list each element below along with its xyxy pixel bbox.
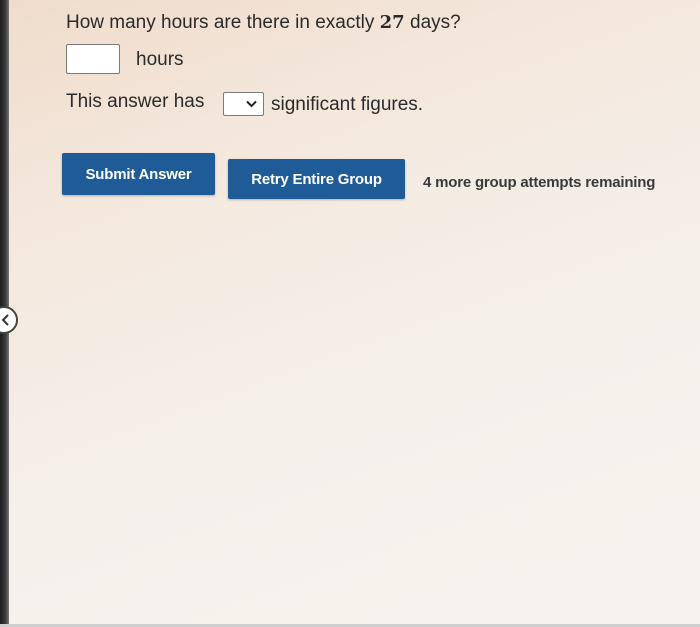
- hours-answer-input[interactable]: [66, 44, 120, 74]
- chevron-left-icon: [1, 314, 9, 326]
- question-text: How many hours are there in exactly 27 d…: [66, 12, 461, 34]
- question-prefix: How many hours are there in exactly: [66, 12, 375, 33]
- question-suffix: days?: [410, 12, 461, 33]
- sigfig-prefix-label: This answer has: [66, 91, 205, 112]
- unit-label: hours: [136, 49, 184, 70]
- attempts-remaining-text: 4 more group attempts remaining: [423, 174, 656, 191]
- question-number: 27: [379, 12, 405, 33]
- retry-group-button[interactable]: Retry Entire Group: [228, 159, 405, 199]
- submit-answer-button[interactable]: Submit Answer: [62, 153, 215, 195]
- sigfig-dropdown[interactable]: [223, 92, 264, 116]
- chevron-down-icon: [246, 100, 257, 108]
- screen: How many hours are there in exactly 27 d…: [0, 0, 700, 627]
- sigfig-suffix-label: significant figures.: [271, 94, 424, 115]
- collapse-panel-button[interactable]: [0, 306, 18, 334]
